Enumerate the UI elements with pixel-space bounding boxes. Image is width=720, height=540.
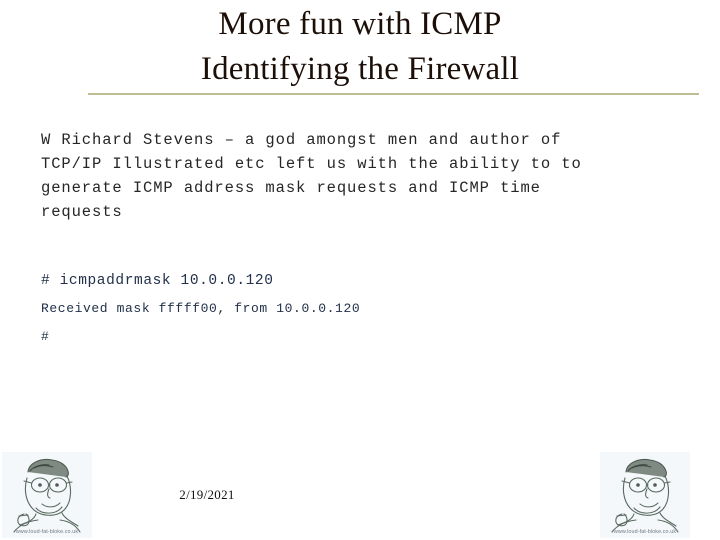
caricature-icon	[611, 458, 679, 533]
title-line-2: Identifying the Firewall	[200, 51, 520, 87]
terminal-command-line: # icmpaddrmask 10.0.0.120	[41, 273, 274, 289]
terminal-prompt-line: #	[41, 329, 50, 344]
title-divider	[88, 93, 699, 95]
body-paragraph: W Richard Stevens – a god amongst men an…	[41, 131, 582, 221]
page-title: More fun with ICMP Identifying the Firew…	[40, 2, 680, 92]
footer-date: 2/19/2021	[179, 487, 235, 502]
slide-canvas: More fun with ICMP Identifying the Firew…	[0, 0, 720, 540]
corner-image-right: www.loud-fat-bloke.co.uk	[600, 452, 690, 538]
corner-image-left: www.loud-fat-bloke.co.uk	[2, 452, 92, 538]
title-line-1: More fun with ICMP	[218, 6, 502, 42]
terminal-output-line: Received mask fffff00, from 10.0.0.120	[41, 301, 361, 316]
corner-image-left-caption: www.loud-fat-bloke.co.uk	[15, 529, 79, 535]
terminal-transcript: # icmpaddrmask 10.0.0.120 Received mask …	[41, 268, 681, 351]
caricature-icon	[13, 458, 81, 533]
corner-image-right-caption: www.loud-fat-bloke.co.uk	[613, 529, 677, 535]
